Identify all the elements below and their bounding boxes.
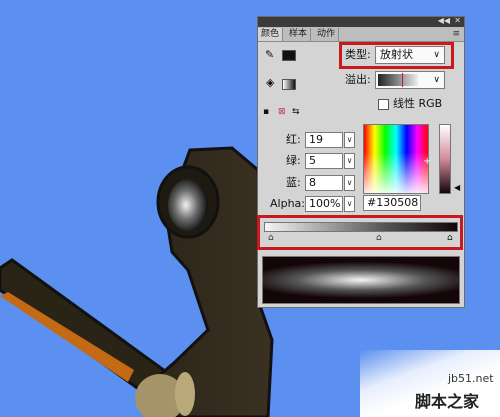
no-color-icon[interactable]: ⊠ [278,106,286,118]
overflow-label: 溢出: [345,73,371,86]
brightness-slider[interactable] [439,124,451,194]
tab-actions[interactable]: 动作 [314,28,340,41]
red-label: 红: [286,133,301,146]
highlight-type-box [339,42,454,69]
paint-bucket-icon[interactable]: ◈ [266,77,274,89]
red-stepper[interactable]: ∨ [344,132,355,148]
alpha-label: Alpha: [270,197,305,210]
brightness-pointer-icon[interactable]: ◀ [454,183,460,192]
green-input[interactable]: 5 [305,153,343,169]
blue-label: 蓝: [286,176,301,189]
overflow-dropdown[interactable]: ∨ [375,71,445,89]
red-input[interactable]: 19 [305,132,343,148]
watermark-site: jb51.net [448,372,494,385]
collapse-icon[interactable]: ◀◀ [438,15,450,27]
hex-input[interactable]: #130508 [363,195,421,211]
gradient-preview [262,256,460,304]
green-label: 绿: [286,154,301,167]
linear-rgb-label: 线性 RGB [393,97,443,110]
watermark-brand: 脚本之家 [415,392,480,411]
alpha-input[interactable]: 100% [305,196,343,212]
green-stepper[interactable]: ∨ [344,153,355,169]
tab-color[interactable]: 颜色 [258,28,284,41]
panel-menu-icon[interactable]: ≡ [452,27,460,41]
stroke-pencil-icon[interactable]: ✎ [265,49,274,61]
blue-input[interactable]: 8 [305,175,343,191]
crosshair-icon: + [423,156,432,167]
panel-titlebar: ◀◀ ✕ [258,15,464,27]
blue-stepper[interactable]: ∨ [344,175,355,191]
tab-swatches[interactable]: 样本 [286,28,312,41]
black-white-icon[interactable]: ▪ [263,106,269,118]
linear-rgb-checkbox[interactable] [378,99,389,110]
stroke-color-swatch[interactable] [282,50,296,61]
alpha-stepper[interactable]: ∨ [344,196,355,212]
panel-tabs: 颜色 样本 动作 ≡ [258,27,464,42]
color-spectrum-picker[interactable]: + [363,124,432,194]
overflow-preview [378,74,418,86]
chevron-down-icon: ∨ [433,75,440,85]
highlight-gradient-box [257,215,463,250]
swap-colors-icon[interactable]: ⇆ [292,106,300,118]
close-icon[interactable]: ✕ [454,15,461,27]
fill-color-swatch[interactable] [282,79,296,90]
lens-gradient [168,179,208,231]
